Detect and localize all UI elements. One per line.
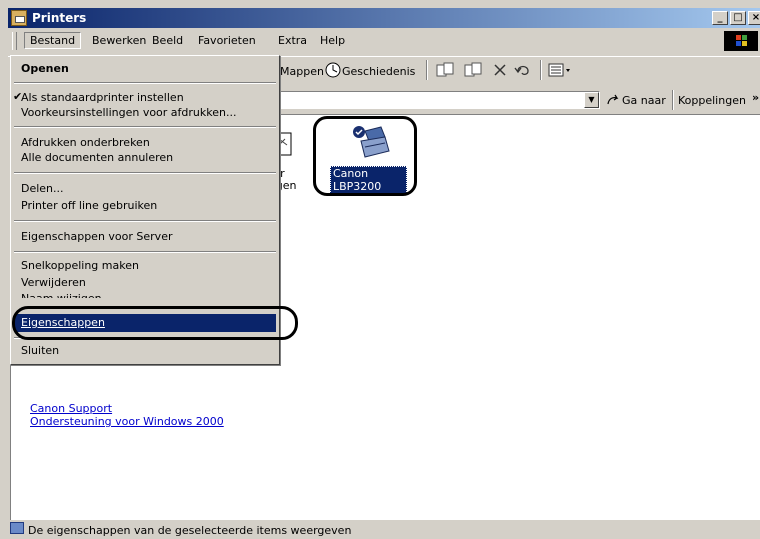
menu-item-sharing[interactable]: Delen... — [21, 182, 64, 195]
menu-item-delete[interactable]: Verwijderen — [21, 276, 86, 289]
status-bar: De eigenschappen van de geselecteerde it… — [8, 520, 760, 539]
address-dropdown-button[interactable]: ▼ — [584, 92, 599, 108]
toolbar-separator — [426, 60, 428, 80]
properties-status-icon — [10, 522, 24, 534]
window-title: Printers — [32, 11, 87, 25]
menu-item-open[interactable]: Openen — [21, 62, 69, 75]
menu-help[interactable]: Help — [320, 34, 345, 47]
go-arrow-icon — [607, 94, 619, 105]
menu-bestand[interactable]: Bestand — [24, 32, 82, 49]
copy-to-icon[interactable] — [464, 62, 482, 78]
folders-button[interactable]: Mappen — [280, 65, 324, 78]
status-text: De eigenschappen van de geselecteerde it… — [28, 524, 352, 537]
views-icon[interactable] — [548, 62, 572, 78]
links-button[interactable]: Koppelingen — [678, 94, 746, 107]
menu-separator — [14, 251, 276, 253]
maximize-button[interactable]: □ — [730, 11, 746, 25]
menu-item-server-properties[interactable]: Eigenschappen voor Server — [21, 230, 172, 243]
menu-item-pause[interactable]: Afdrukken onderbreken — [21, 136, 150, 149]
delete-icon[interactable] — [492, 62, 508, 78]
menu-separator — [14, 126, 276, 128]
menu-bewerken[interactable]: Bewerken — [92, 34, 146, 47]
close-button[interactable]: × — [748, 11, 760, 25]
title-bar[interactable]: Printers _ □ × — [8, 8, 760, 28]
menu-favorieten[interactable]: Favorieten — [198, 34, 256, 47]
windows-logo-icon — [724, 31, 758, 51]
history-button[interactable]: Geschiedenis — [342, 65, 415, 78]
menu-beeld[interactable]: Beeld — [152, 34, 183, 47]
menu-item-create-shortcut[interactable]: Snelkoppeling maken — [21, 259, 139, 272]
canon-support-link[interactable]: Canon Support — [30, 402, 112, 415]
minimize-button[interactable]: _ — [712, 11, 728, 25]
addressbar-separator — [672, 90, 674, 110]
explorer-window: Printers _ □ × Bestand Bewerken Beeld Fa… — [0, 0, 760, 539]
go-button[interactable]: Ga naar — [622, 94, 666, 107]
undo-icon[interactable] — [514, 62, 532, 78]
toolbar-separator — [540, 60, 542, 80]
menu-separator — [14, 82, 276, 84]
printer-callout-outline — [313, 116, 417, 196]
move-to-icon[interactable] — [436, 62, 454, 78]
menu-item-cancel-all[interactable]: Alle documenten annuleren — [21, 151, 173, 164]
menu-item-offline[interactable]: Printer off line gebruiken — [21, 199, 157, 212]
menu-bar: Bestand Bewerken Beeld Favorieten Extra … — [8, 30, 760, 52]
menu-item-set-default[interactable]: Als standaardprinter instellen — [21, 91, 184, 104]
windows-support-link[interactable]: Ondersteuning voor Windows 2000 — [30, 415, 224, 428]
history-icon — [325, 62, 341, 78]
links-chevron[interactable]: » — [752, 91, 759, 104]
properties-callout-outline — [12, 306, 298, 340]
menu-item-rename[interactable]: Naam wijzigen — [21, 292, 102, 298]
address-field[interactable]: ▼ — [280, 91, 600, 109]
menubar-grip[interactable] — [12, 32, 17, 50]
menu-extra[interactable]: Extra — [278, 34, 307, 47]
menu-separator — [14, 172, 276, 174]
menu-item-close[interactable]: Sluiten — [21, 344, 59, 357]
printers-folder-icon — [11, 10, 27, 26]
menu-separator — [14, 220, 276, 222]
menu-item-preferences[interactable]: Voorkeursinstellingen voor afdrukken... — [21, 106, 236, 119]
